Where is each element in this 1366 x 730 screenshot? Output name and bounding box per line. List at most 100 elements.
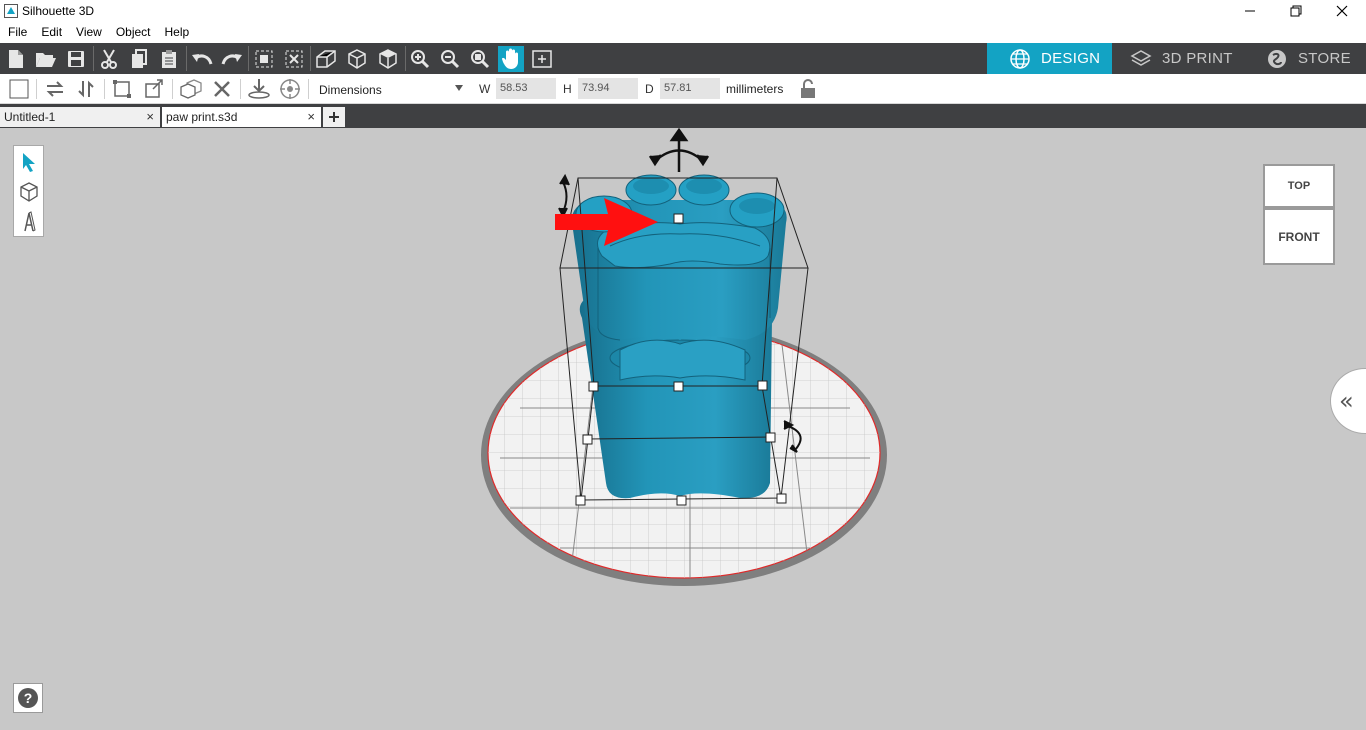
delete-button[interactable] (209, 77, 235, 101)
depth-field[interactable]: 57.81 (660, 78, 720, 99)
view-cube-front[interactable]: FRONT (1263, 208, 1335, 265)
main-toolbar: DESIGN 3D PRINT STORE (0, 43, 1366, 74)
pan-tool-button[interactable] (498, 46, 524, 72)
viewport-plus-icon (532, 50, 552, 68)
close-icon (1336, 5, 1348, 17)
menu-object[interactable]: Object (108, 22, 157, 42)
help-button[interactable]: ? (13, 683, 43, 713)
tab-store-label: STORE (1298, 50, 1351, 67)
ungroup-button[interactable] (281, 46, 307, 72)
scene (481, 128, 887, 586)
menu-file[interactable]: File (0, 22, 33, 42)
object-toolbar: Dimensions W 58.53 H 73.94 D 57.81 milli… (0, 74, 1366, 104)
rotate-handle-left-icon[interactable] (558, 173, 570, 219)
clipboard-icon (162, 50, 176, 68)
view-cube[interactable]: TOP FRONT (1262, 164, 1336, 266)
add-view-button[interactable] (529, 46, 555, 72)
flip-vertical-icon (78, 80, 94, 98)
color-swatch-button[interactable] (6, 77, 32, 101)
flip-horizontal-icon (46, 81, 64, 97)
save-button[interactable] (63, 46, 89, 72)
tab-paw-print[interactable]: paw print.s3d × (162, 107, 321, 127)
copy-button[interactable] (126, 46, 152, 72)
new-file-icon (9, 50, 23, 68)
group-button[interactable] (251, 46, 277, 72)
box-solid-button[interactable] (375, 46, 401, 72)
scissors-icon (101, 49, 117, 69)
center-button[interactable] (277, 77, 303, 101)
new-file-button[interactable] (3, 46, 29, 72)
undo-icon (192, 54, 213, 65)
dimensions-dropdown-value: Dimensions (319, 83, 382, 97)
minimize-button[interactable] (1227, 0, 1273, 22)
help-label: ? (24, 690, 33, 706)
align-icon (113, 80, 131, 98)
document-tab-bar: Untitled-1 × paw print.s3d × (0, 104, 1366, 128)
tab-untitled-1-label: Untitled-1 (4, 110, 56, 124)
tab-store[interactable]: STORE (1240, 43, 1366, 74)
cut-button[interactable] (96, 46, 122, 72)
undo-button[interactable] (189, 46, 215, 72)
cursor-arrow-icon (22, 152, 35, 172)
tab-design[interactable]: DESIGN (987, 43, 1112, 74)
window-title: Silhouette 3D (22, 4, 95, 18)
scale-button[interactable] (141, 77, 167, 101)
menu-edit[interactable]: Edit (33, 22, 68, 42)
zoom-out-button[interactable] (437, 46, 463, 72)
extrude-button[interactable] (313, 46, 339, 72)
menu-bar: File Edit View Object Help (0, 22, 1366, 42)
shapes-tool-button[interactable] (15, 177, 42, 206)
drop-to-floor-icon (248, 79, 270, 99)
width-label: W (479, 82, 491, 96)
flip-vertical-button[interactable] (74, 77, 100, 101)
title-bar: Silhouette 3D (0, 0, 1366, 22)
plus-icon (329, 112, 339, 122)
minimize-icon (1245, 10, 1255, 12)
cube-icon (348, 49, 366, 69)
height-field[interactable]: 73.94 (578, 78, 638, 99)
restore-button[interactable] (1273, 0, 1319, 22)
drop-to-floor-button[interactable] (246, 77, 272, 101)
menu-view[interactable]: View (68, 22, 108, 42)
open-file-button[interactable] (33, 46, 59, 72)
app-icon (4, 4, 18, 18)
menu-help[interactable]: Help (157, 22, 196, 42)
text-3d-icon (23, 210, 36, 231)
copy-icon (132, 49, 147, 68)
duplicate-icon (180, 79, 202, 99)
view-cube-top[interactable]: TOP (1263, 164, 1335, 208)
cube-icon (19, 181, 38, 202)
zoom-fit-button[interactable] (467, 46, 493, 72)
box-view-button[interactable] (344, 46, 370, 72)
paste-button[interactable] (156, 46, 182, 72)
store-icon (1268, 49, 1286, 68)
tab-design-label: DESIGN (1041, 50, 1101, 67)
lock-ratio-button[interactable] (795, 77, 821, 101)
units-label: millimeters (726, 82, 784, 96)
zoom-in-button[interactable] (407, 46, 433, 72)
width-field[interactable]: 58.53 (496, 78, 556, 99)
square-icon (9, 79, 29, 99)
dimensions-dropdown[interactable]: Dimensions (312, 79, 470, 99)
close-window-button[interactable] (1319, 0, 1365, 22)
globe-icon (1010, 48, 1030, 69)
text-tool-button[interactable] (15, 207, 42, 236)
select-tool-button[interactable] (15, 147, 42, 176)
rotate-handle-top-icon[interactable] (648, 128, 710, 172)
zoom-out-icon (441, 50, 460, 69)
close-tab-icon[interactable]: × (146, 109, 154, 124)
tab-untitled-1[interactable]: Untitled-1 × (0, 107, 160, 127)
chevron-down-icon (455, 85, 463, 91)
tab-3d-print[interactable]: 3D PRINT (1112, 43, 1240, 74)
scale-icon (145, 79, 163, 98)
flip-horizontal-button[interactable] (42, 77, 68, 101)
add-tab-button[interactable] (323, 107, 345, 127)
duplicate-button[interactable] (178, 77, 204, 101)
tab-3d-print-label: 3D PRINT (1162, 50, 1233, 67)
close-tab-icon[interactable]: × (307, 109, 315, 124)
redo-button[interactable] (219, 46, 245, 72)
align-button[interactable] (110, 77, 136, 101)
3d-viewport[interactable]: TOP FRONT « ? (0, 128, 1366, 730)
ungroup-icon (285, 50, 303, 68)
target-icon (280, 79, 300, 99)
